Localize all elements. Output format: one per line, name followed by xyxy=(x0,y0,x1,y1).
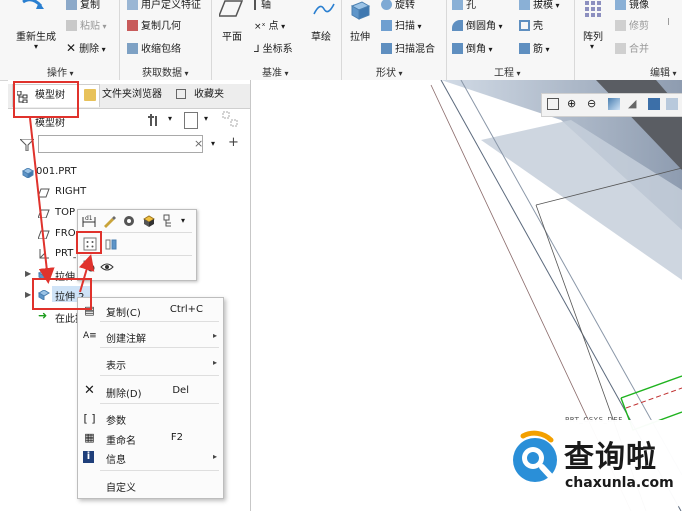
logo-subtitle: chaxunla.com xyxy=(565,475,674,491)
watermark-logo: 查询啦 chaxunla.com xyxy=(499,420,682,511)
logo-title: 查询啦 xyxy=(564,440,657,475)
